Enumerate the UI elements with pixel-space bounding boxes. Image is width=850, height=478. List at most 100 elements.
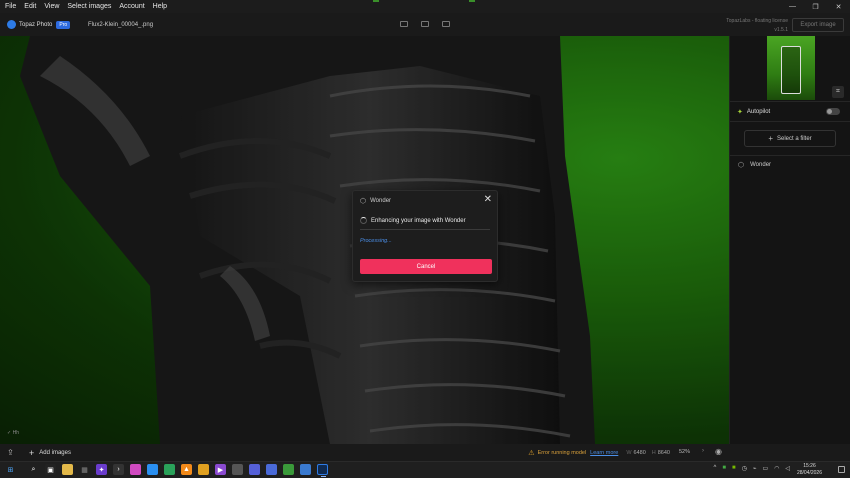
taskbar-apps: ⊞ ⌕ ▣ ▦ ✦ › ▲ ▶ bbox=[5, 464, 328, 477]
window-controls: — ❐ ✕ bbox=[781, 0, 850, 13]
version-text: v1.5.1 bbox=[774, 27, 788, 33]
teams-icon[interactable] bbox=[249, 464, 260, 475]
view-mode-toggles bbox=[400, 21, 450, 27]
clock-time: 15:26 bbox=[803, 463, 816, 469]
select-filter-label: Select a filter bbox=[776, 135, 812, 142]
learn-more-link[interactable]: Learn more bbox=[590, 450, 618, 456]
green-tray-icon[interactable]: ■ bbox=[722, 465, 726, 472]
title-accent bbox=[469, 0, 475, 2]
folder-icon[interactable] bbox=[198, 464, 209, 475]
spinner-icon bbox=[360, 217, 367, 224]
menu-file[interactable]: File bbox=[5, 3, 16, 10]
plus-icon: + bbox=[29, 448, 35, 458]
sparkle-icon: ✦ bbox=[737, 108, 743, 116]
add-images-label: Add images bbox=[39, 450, 71, 456]
search-icon[interactable]: ⌕ bbox=[28, 464, 39, 475]
wonder-icon: ⬡ bbox=[360, 197, 367, 205]
processing-dialog: ⬡ Wonder ✕ Enhancing your image with Won… bbox=[352, 190, 498, 282]
upload-icon[interactable]: ⇪ bbox=[7, 448, 14, 457]
wonder-filter-icon: ⬡ bbox=[738, 162, 745, 169]
network-app-icon[interactable] bbox=[232, 464, 243, 475]
close-icon[interactable]: ✕ bbox=[484, 194, 492, 205]
maximize-button[interactable]: ❐ bbox=[804, 0, 827, 13]
media-player-icon[interactable]: ▶ bbox=[215, 464, 226, 475]
menu-account[interactable]: Account bbox=[119, 3, 144, 10]
chevron-up-icon[interactable]: ^ bbox=[714, 465, 717, 472]
chevron-right-icon[interactable]: › bbox=[702, 448, 704, 454]
topaz-logo-icon bbox=[7, 20, 16, 29]
status-info: ⚠ Error running model Learn more W 6480 … bbox=[528, 449, 670, 457]
nvidia-icon[interactable]: ■ bbox=[732, 465, 736, 472]
display-icon[interactable]: ▭ bbox=[762, 465, 768, 472]
filter-item-wonder[interactable]: ⬡ Wonder bbox=[730, 156, 850, 174]
usb-icon[interactable]: ⌁ bbox=[753, 465, 757, 472]
image-width: 6480 bbox=[633, 450, 646, 456]
notification-icon[interactable] bbox=[838, 466, 845, 473]
status-row: Enhancing your image with Wonder bbox=[353, 217, 497, 224]
volume-icon[interactable]: ◁ bbox=[785, 465, 790, 472]
cancel-button[interactable]: Cancel bbox=[360, 259, 492, 274]
topaz-photo-taskbar-icon[interactable] bbox=[317, 464, 328, 477]
task-view-icon[interactable]: ▣ bbox=[45, 464, 56, 475]
tray-app-icon[interactable]: ◷ bbox=[742, 465, 747, 472]
navigator: ⌗ bbox=[730, 36, 850, 102]
menu-bar: File Edit View Select images Account Hel… bbox=[0, 0, 850, 13]
store-icon[interactable] bbox=[164, 464, 175, 475]
edge-icon[interactable] bbox=[147, 464, 158, 475]
autopilot-toggle[interactable] bbox=[826, 108, 840, 115]
system-tray: ^ ■ ■ ◷ ⌁ ▭ ◠ ◁ bbox=[714, 465, 791, 472]
export-image-button[interactable]: Export image bbox=[792, 18, 844, 32]
dialog-title: Wonder bbox=[370, 197, 392, 204]
canvas-overlay-label: ✓ Hh bbox=[7, 430, 19, 436]
split-view-icon[interactable] bbox=[421, 21, 429, 27]
chat-app-icon[interactable] bbox=[266, 464, 277, 475]
wifi-icon[interactable]: ◠ bbox=[774, 465, 779, 472]
taskbar: ⊞ ⌕ ▣ ▦ ✦ › ▲ ▶ ^ ■ ■ ◷ ⌁ ▭ ◠ ◁ 15:26 28… bbox=[0, 461, 850, 478]
image-height: 8640 bbox=[657, 450, 670, 456]
title-accent bbox=[373, 0, 379, 2]
height-label: H bbox=[651, 450, 656, 456]
plus-icon: + bbox=[768, 134, 773, 143]
notepad-icon[interactable] bbox=[283, 464, 294, 475]
close-window-button[interactable]: ✕ bbox=[827, 0, 850, 13]
zoom-level[interactable]: 52% bbox=[679, 449, 690, 455]
clock-date: 28/04/2026 bbox=[796, 470, 822, 476]
vlc-icon[interactable]: ▲ bbox=[181, 464, 192, 475]
app-name: Topaz Photo bbox=[19, 21, 53, 28]
viewport-indicator[interactable] bbox=[781, 46, 801, 94]
navigator-thumbnail[interactable] bbox=[767, 36, 815, 100]
select-filter-button[interactable]: + Select a filter bbox=[744, 130, 836, 147]
processing-text: Processing... bbox=[360, 238, 392, 244]
dialog-header: ⬡ Wonder ✕ bbox=[353, 191, 497, 210]
terminal-icon[interactable]: › bbox=[113, 464, 124, 475]
app-header: Topaz Photo Pro Flux2-Klein_00004_.png T… bbox=[0, 13, 850, 36]
app-grid-icon[interactable]: ▦ bbox=[79, 464, 90, 475]
paint-icon[interactable] bbox=[300, 464, 311, 475]
license-info: TopazLabs - floating license v1.5.1 bbox=[726, 17, 788, 35]
side-by-side-view-icon[interactable] bbox=[442, 21, 450, 27]
clock[interactable]: 15:26 28/04/2026 bbox=[797, 463, 822, 477]
menu-help[interactable]: Help bbox=[153, 3, 167, 10]
crop-icon[interactable]: ⌗ bbox=[832, 86, 844, 98]
menu-edit[interactable]: Edit bbox=[24, 3, 36, 10]
error-text: Error running model bbox=[537, 450, 587, 456]
single-view-icon[interactable] bbox=[400, 21, 408, 27]
menu-select-images[interactable]: Select images bbox=[67, 3, 111, 10]
warning-icon: ⚠ bbox=[528, 450, 535, 457]
width-label: W bbox=[626, 450, 632, 456]
license-text: TopazLabs - floating license bbox=[726, 18, 788, 24]
export-label: Export image bbox=[800, 22, 836, 28]
eye-icon[interactable]: ◉ bbox=[715, 447, 722, 456]
autopilot-row: ✦ Autopilot bbox=[730, 102, 850, 122]
filter-name: Wonder bbox=[750, 162, 772, 168]
menu-view[interactable]: View bbox=[44, 3, 59, 10]
copilot-icon[interactable] bbox=[130, 464, 141, 475]
sparkle-app-icon[interactable]: ✦ bbox=[96, 464, 107, 475]
file-explorer-icon[interactable] bbox=[62, 464, 73, 475]
minimize-button[interactable]: — bbox=[781, 0, 804, 13]
windows-start-icon[interactable]: ⊞ bbox=[5, 464, 16, 475]
add-images-button[interactable]: + Add images bbox=[29, 448, 71, 458]
app-logo: Topaz Photo Pro bbox=[7, 20, 71, 29]
file-name: Flux2-Klein_00004_.png bbox=[88, 22, 154, 28]
right-panel: ⌗ ✦ Autopilot + Select a filter ⬡ Wonder bbox=[729, 36, 850, 461]
